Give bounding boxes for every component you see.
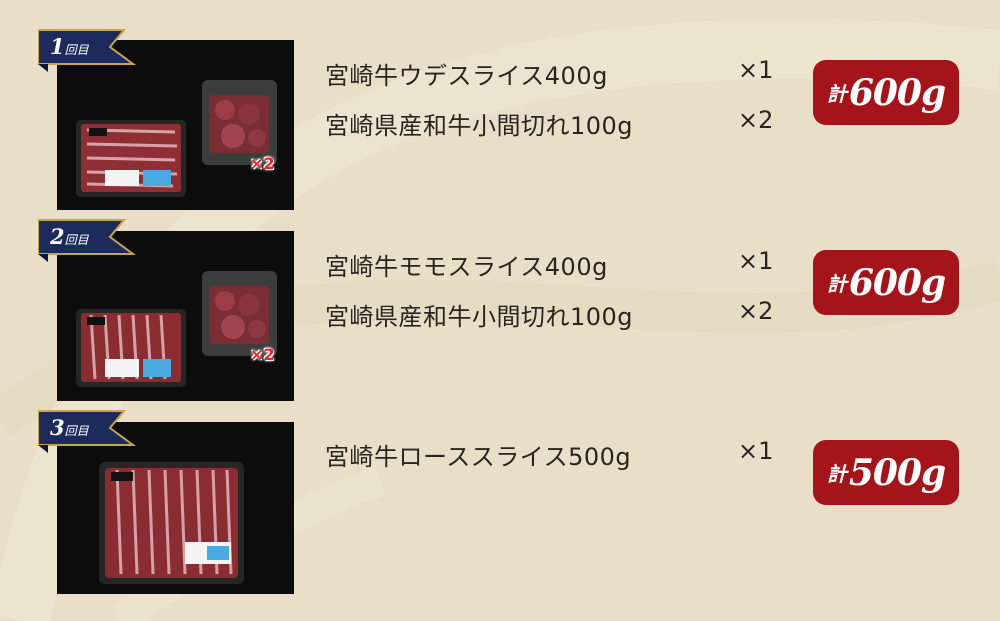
- item-quantity: ×2: [738, 106, 774, 134]
- ribbon-number: 2: [50, 224, 65, 249]
- quantity-badge: ×2: [250, 345, 275, 364]
- item-quantity: ×1: [738, 437, 774, 465]
- quantity-badge: ×2: [250, 154, 275, 173]
- ribbon-suffix: 回目: [64, 233, 89, 247]
- item-name: 宮崎牛モモスライス400g: [325, 253, 608, 281]
- total-amount: 500g: [848, 451, 946, 494]
- ribbon-suffix: 回目: [64, 424, 89, 438]
- item-name: 宮崎牛ウデスライス400g: [325, 62, 608, 90]
- ribbon-number: 1: [50, 34, 65, 59]
- total-amount: 600g: [848, 71, 946, 114]
- shipment-ribbon: 2回目: [38, 214, 138, 264]
- total-weight-badge: 計 600g: [813, 250, 959, 315]
- ribbon-suffix: 回目: [64, 43, 89, 57]
- item-name: 宮崎牛ローススライス500g: [325, 443, 632, 471]
- item-quantity: ×1: [738, 56, 774, 84]
- total-label: 計: [826, 82, 847, 106]
- total-label: 計: [826, 272, 847, 296]
- total-weight-badge: 計 500g: [813, 440, 959, 505]
- item-name: 宮崎県産和牛小間切れ100g: [325, 112, 634, 140]
- item-name: 宮崎県産和牛小間切れ100g: [325, 303, 634, 331]
- ribbon-number: 3: [50, 415, 65, 440]
- item-quantity: ×1: [738, 247, 774, 275]
- total-weight-badge: 計 600g: [813, 60, 959, 125]
- item-quantity: ×2: [738, 297, 774, 325]
- shipment-ribbon: 3回目: [38, 405, 138, 455]
- total-label: 計: [826, 462, 847, 486]
- shipment-ribbon: 1回目: [38, 24, 138, 74]
- total-amount: 600g: [848, 261, 946, 304]
